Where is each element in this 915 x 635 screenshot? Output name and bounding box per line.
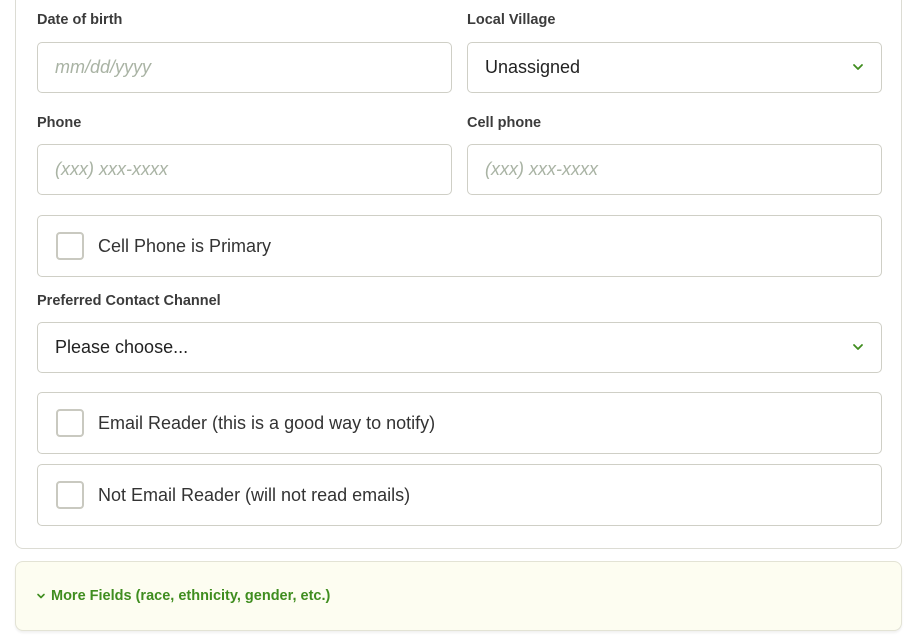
chevron-down-icon [853, 344, 863, 350]
dob-field-wrapper [37, 42, 452, 93]
cell-primary-label: Cell Phone is Primary [98, 235, 272, 256]
cell-primary-checkbox[interactable] [56, 232, 84, 260]
cell-primary-row[interactable]: Cell Phone is Primary [37, 215, 882, 277]
cell-phone-field-wrapper [467, 144, 882, 195]
not-email-reader-row[interactable]: Not Email Reader (will not read emails) [37, 464, 882, 526]
email-reader-label: Email Reader (this is a good way to noti… [98, 412, 436, 433]
contact-channel-label: Preferred Contact Channel [37, 293, 221, 309]
dob-label: Date of birth [37, 12, 123, 28]
contact-channel-select[interactable]: Please choose... [37, 322, 882, 373]
contact-channel-selected-value: Please choose... [55, 337, 189, 357]
cell-phone-label: Cell phone [467, 115, 542, 131]
phone-field-wrapper [37, 144, 452, 195]
dob-input[interactable] [55, 57, 451, 78]
email-reader-checkbox[interactable] [56, 409, 84, 437]
chevron-down-icon [853, 64, 863, 70]
contact-form-card: Date of birth Local Village Unassigned P… [15, 0, 902, 549]
chevron-down-icon [37, 593, 45, 599]
more-fields-label: More Fields (race, ethnicity, gender, et… [51, 588, 331, 604]
phone-label: Phone [37, 115, 82, 131]
cell-phone-input[interactable] [485, 159, 881, 180]
village-label: Local Village [467, 12, 556, 28]
village-select[interactable]: Unassigned [467, 42, 882, 93]
email-reader-row[interactable]: Email Reader (this is a good way to noti… [37, 392, 882, 454]
more-fields-panel: More Fields (race, ethnicity, gender, et… [15, 561, 902, 631]
phone-input[interactable] [55, 159, 451, 180]
village-selected-value: Unassigned [485, 57, 581, 77]
not-email-reader-checkbox[interactable] [56, 481, 84, 509]
not-email-reader-label: Not Email Reader (will not read emails) [98, 484, 411, 505]
more-fields-toggle[interactable]: More Fields (race, ethnicity, gender, et… [36, 588, 330, 604]
